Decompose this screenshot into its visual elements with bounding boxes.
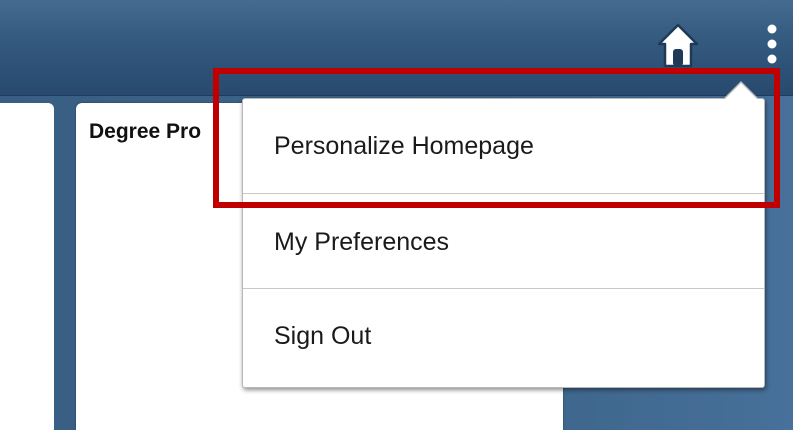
tile-title: Degree Pro	[89, 120, 202, 143]
dropdown-caret	[725, 83, 757, 99]
menu-item-my-preferences[interactable]: My Preferences	[243, 195, 764, 289]
actions-menu: Personalize Homepage My Preferences Sign…	[242, 98, 765, 388]
menu-divider	[243, 193, 764, 194]
home-icon[interactable]	[657, 22, 699, 68]
menu-item-sign-out[interactable]: Sign Out	[243, 289, 764, 383]
more-vertical-icon[interactable]	[763, 22, 781, 66]
menu-item-personalize-homepage[interactable]: Personalize Homepage	[243, 99, 764, 193]
header-bar	[0, 0, 793, 96]
homepage-tile-left[interactable]	[0, 103, 54, 430]
